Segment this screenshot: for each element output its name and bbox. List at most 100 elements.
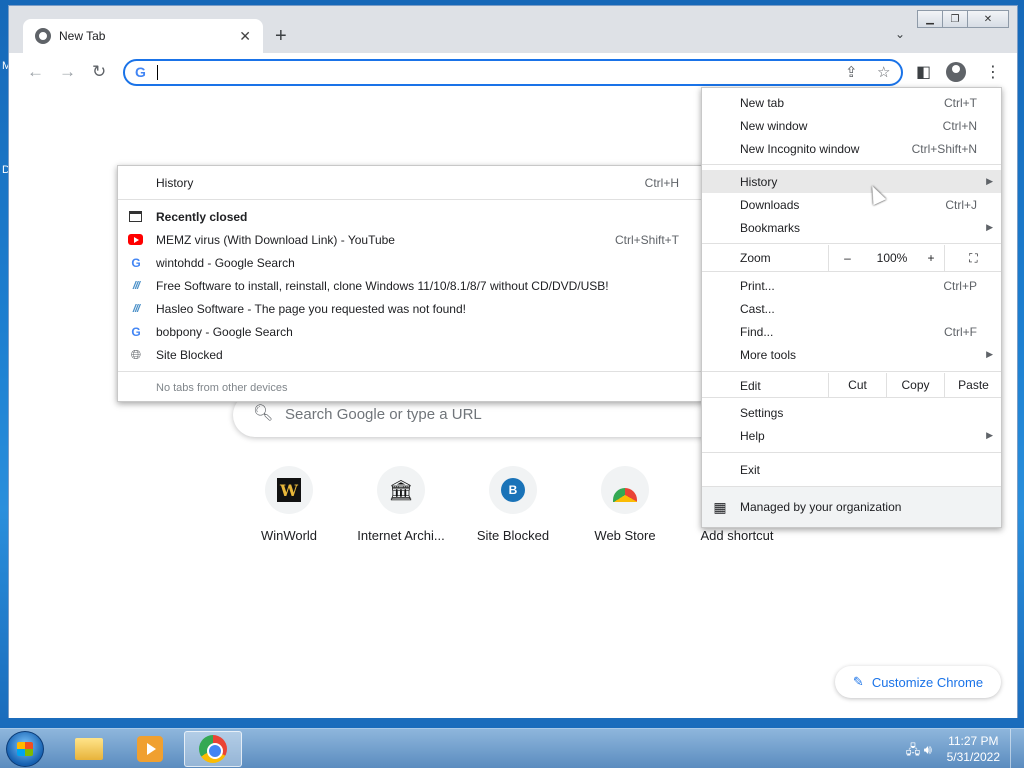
cut-button[interactable]: Cut: [828, 373, 886, 397]
menu-item-new-tab[interactable]: New tab Ctrl+T: [702, 91, 1001, 114]
history-item[interactable]: MEMZ virus (With Download Link) - YouTub…: [118, 228, 703, 251]
taskbar-chrome[interactable]: [184, 731, 242, 767]
chrome-favicon-icon: [35, 28, 51, 44]
history-item[interactable]: /// Free Software to install, reinstall,…: [118, 274, 703, 297]
history-item[interactable]: 🌐︎ Site Blocked: [118, 343, 703, 366]
history-item[interactable]: G wintohdd - Google Search: [118, 251, 703, 274]
menu-item-more-tools[interactable]: More tools ▶: [702, 343, 1001, 366]
address-bar[interactable]: G ⇪ ☆: [123, 59, 903, 86]
edit-label: Edit: [740, 379, 761, 393]
shortcut-internet-archive[interactable]: 🏛 Internet Archi...: [345, 466, 457, 543]
shortcut-label: WinWorld: [260, 528, 318, 543]
chrome-icon: [199, 735, 227, 763]
close-window-button[interactable]: ✕: [967, 10, 1009, 28]
back-arrow-icon[interactable]: ←: [27, 62, 44, 82]
shortcut-label: Web Store: [594, 528, 656, 543]
copy-button[interactable]: Copy: [886, 373, 944, 397]
forward-arrow-icon[interactable]: →: [59, 62, 76, 82]
menu-item-new-window[interactable]: New window Ctrl+N: [702, 114, 1001, 137]
menu-item-downloads[interactable]: Downloads Ctrl+J: [702, 193, 1001, 216]
paste-button[interactable]: Paste: [944, 373, 1002, 397]
shortcut-label: Add shortcut: [700, 528, 774, 543]
taskbar-explorer[interactable]: [60, 731, 118, 767]
menu-item-print[interactable]: Print... Ctrl+P: [702, 274, 1001, 297]
search-icon: 🔍︎: [253, 405, 274, 422]
start-button[interactable]: [6, 731, 44, 767]
media-player-icon: [137, 736, 163, 762]
web-store-icon: [613, 488, 637, 502]
edit-row: Edit Cut Copy Paste: [702, 373, 1001, 397]
show-desktop-button[interactable]: [1010, 729, 1024, 768]
zoom-out-button[interactable]: –: [828, 245, 866, 271]
share-icon[interactable]: ⇪: [845, 63, 858, 81]
new-tab-plus-icon[interactable]: +: [275, 25, 287, 48]
google-icon: G: [131, 255, 141, 270]
submenu-arrow-icon: ▶: [986, 222, 993, 232]
shortcut-label: Site Blocked: [476, 528, 550, 543]
building-icon: ▦: [713, 498, 727, 515]
chrome-main-menu: New tab Ctrl+T New window Ctrl+N New Inc…: [701, 87, 1002, 528]
no-tabs-other-devices: No tabs from other devices: [156, 381, 288, 394]
site-blocked-b-icon: B: [501, 478, 525, 502]
pencil-icon: ✎: [852, 674, 864, 689]
zoom-value: 100%: [876, 251, 908, 265]
tray-icons[interactable]: 🖧 🔊︎: [906, 741, 932, 763]
shortcut-label: Internet Archi...: [357, 528, 445, 543]
folder-icon: [75, 738, 103, 760]
shortcut-winworld[interactable]: W WinWorld: [233, 466, 345, 543]
youtube-icon: [128, 234, 143, 245]
hasleo-icon: ///: [132, 279, 140, 292]
customize-chrome-button[interactable]: ✎ Customize Chrome: [835, 666, 1001, 698]
profile-avatar-icon[interactable]: [946, 62, 966, 82]
side-panel-icon[interactable]: ◧: [916, 62, 931, 82]
tab-title: New Tab: [59, 29, 106, 43]
menu-item-new-incognito[interactable]: New Incognito window Ctrl+Shift+N: [702, 137, 1001, 160]
submenu-arrow-icon: ▶: [986, 176, 993, 186]
chrome-menu-kebab-icon[interactable]: ⋮: [985, 62, 1001, 82]
hasleo-icon: ///: [132, 302, 140, 315]
menu-item-help[interactable]: Help ▶: [702, 424, 1001, 447]
menu-item-settings[interactable]: Settings: [702, 401, 1001, 424]
archive-building-icon: 🏛: [388, 479, 414, 502]
search-placeholder: Search Google or type a URL: [285, 406, 482, 423]
history-item[interactable]: /// Hasleo Software - The page you reque…: [118, 297, 703, 320]
text-caret: [157, 65, 158, 80]
shortcut-web-store[interactable]: Web Store: [569, 466, 681, 543]
clock-time: 11:27 PM: [948, 734, 999, 748]
window-controls: ▁ ❐ ✕: [917, 10, 1009, 28]
winworld-icon: W: [277, 478, 301, 502]
shortcut-site-blocked[interactable]: B Site Blocked: [457, 466, 569, 543]
google-icon: G: [131, 324, 141, 339]
zoom-row: Zoom – 100% + ⛶: [702, 245, 1001, 271]
close-tab-icon[interactable]: ✕: [239, 28, 251, 45]
clock-date: 5/31/2022: [946, 750, 1000, 764]
restore-button[interactable]: ❐: [942, 10, 968, 28]
google-g-icon: G: [135, 64, 146, 80]
toolbar: ← → ↻ G ⇪ ☆ ◧ ⋮: [9, 53, 1017, 91]
menu-item-cast[interactable]: Cast...: [702, 297, 1001, 320]
globe-icon: 🌐︎: [130, 346, 142, 362]
zoom-label: Zoom: [740, 251, 771, 265]
taskbar: 🖧 🔊︎ 11:27 PM 5/31/2022: [0, 728, 1024, 768]
history-submenu: History Ctrl+H Recently closed MEMZ viru…: [117, 165, 704, 402]
fullscreen-icon[interactable]: ⛶: [944, 245, 1002, 271]
menu-item-bookmarks[interactable]: Bookmarks ▶: [702, 216, 1001, 239]
menu-item-history[interactable]: History ▶: [702, 170, 1001, 193]
tab-search-chevron-icon[interactable]: ⌄: [895, 27, 905, 41]
menu-item-exit[interactable]: Exit: [702, 458, 1001, 481]
bookmark-star-icon[interactable]: ☆: [877, 63, 890, 81]
minimize-button[interactable]: ▁: [917, 10, 943, 28]
history-menu-item[interactable]: History Ctrl+H: [118, 171, 703, 194]
taskbar-media-player[interactable]: [121, 731, 179, 767]
zoom-in-button[interactable]: +: [918, 245, 944, 271]
submenu-arrow-icon: ▶: [986, 349, 993, 359]
clock[interactable]: 11:27 PM 5/31/2022: [947, 733, 1000, 765]
history-item[interactable]: G bobpony - Google Search: [118, 320, 703, 343]
menu-item-managed[interactable]: ▦ Managed by your organization: [702, 487, 1001, 527]
customize-label: Customize Chrome: [871, 674, 984, 690]
reload-icon[interactable]: ↻: [92, 62, 106, 82]
menu-item-find[interactable]: Find... Ctrl+F: [702, 320, 1001, 343]
tab-new-tab[interactable]: New Tab ✕: [23, 19, 263, 53]
submenu-arrow-icon: ▶: [986, 430, 993, 440]
recently-closed-heading: Recently closed: [118, 205, 703, 228]
